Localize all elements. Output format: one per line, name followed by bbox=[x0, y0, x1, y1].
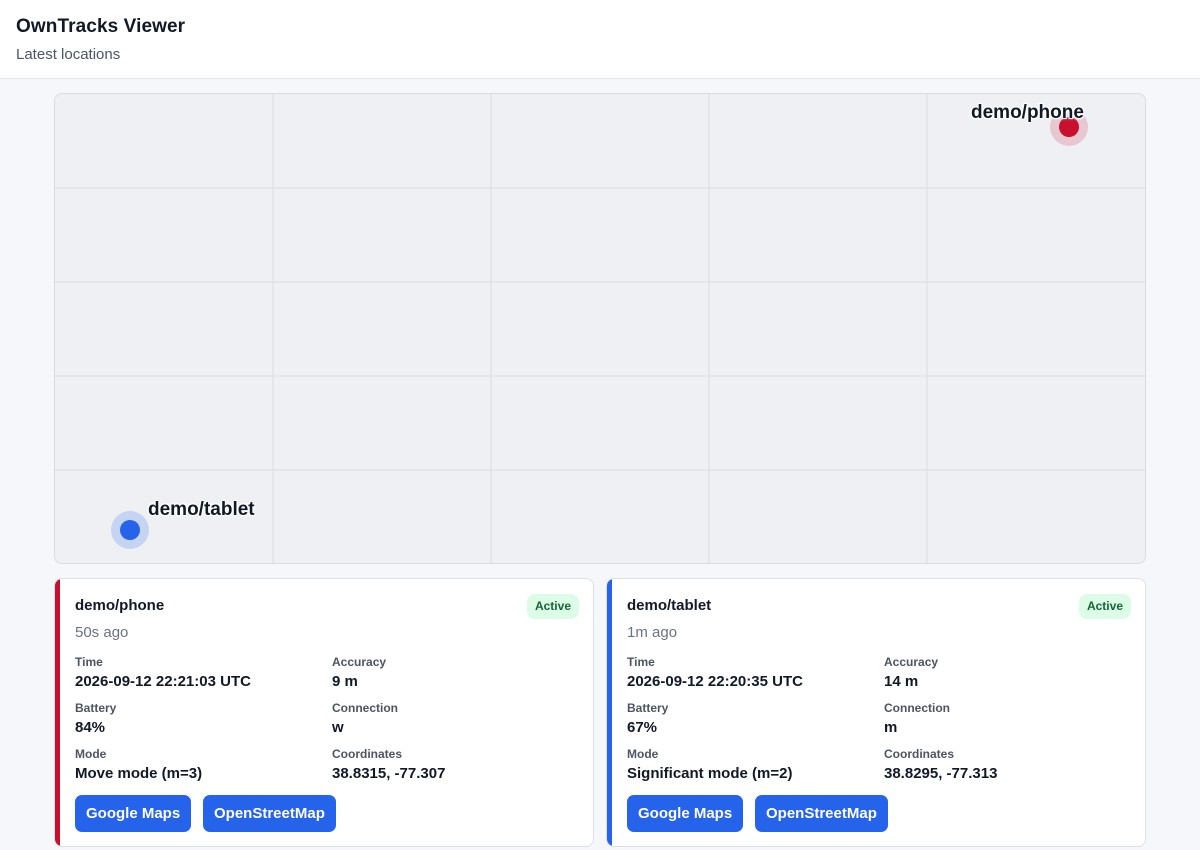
app-title: OwnTracks Viewer bbox=[16, 16, 186, 37]
map-grid bbox=[55, 94, 1145, 563]
device-card-tablet: demo/tablet 1m ago Active Time 2026-09-1… bbox=[606, 578, 1146, 847]
accuracy-label: Accuracy bbox=[332, 655, 387, 669]
connection-label: Connection bbox=[332, 701, 398, 715]
marker-tablet-label: demo/tablet bbox=[148, 499, 255, 520]
time-value: 2026-09-12 22:21:03 UTC bbox=[75, 673, 251, 690]
last-seen: 50s ago bbox=[75, 624, 129, 641]
status-badge: Active bbox=[526, 594, 579, 619]
app-header: OwnTracks Viewer Latest locations bbox=[0, 0, 1200, 79]
connection-value: w bbox=[332, 719, 344, 736]
accuracy-label: Accuracy bbox=[884, 655, 939, 669]
google-maps-button[interactable]: Google Maps bbox=[75, 795, 192, 832]
coordinates-label: Coordinates bbox=[884, 747, 955, 761]
location-map[interactable]: demo/phone demo/tablet bbox=[54, 93, 1146, 564]
accuracy-value: 14 m bbox=[884, 673, 919, 690]
mode-label: Mode bbox=[627, 747, 659, 761]
time-label: Time bbox=[627, 655, 655, 669]
battery-value: 84% bbox=[75, 719, 106, 736]
mode-value: Move mode (m=3) bbox=[75, 765, 203, 782]
app-subtitle: Latest locations bbox=[16, 46, 121, 63]
card-accent-bar bbox=[55, 579, 60, 846]
accuracy-value: 9 m bbox=[332, 673, 358, 690]
mode-label: Mode bbox=[75, 747, 107, 761]
marker-phone-label: demo/phone bbox=[971, 102, 1084, 123]
coordinates-value: 38.8315, -77.307 bbox=[332, 765, 446, 782]
time-label: Time bbox=[75, 655, 103, 669]
device-name: demo/phone bbox=[75, 597, 165, 614]
time-value: 2026-09-12 22:20:35 UTC bbox=[627, 673, 803, 690]
marker-tablet[interactable] bbox=[120, 520, 140, 540]
openstreetmap-button[interactable]: OpenStreetMap bbox=[755, 795, 888, 832]
device-name: demo/tablet bbox=[627, 597, 712, 614]
status-badge: Active bbox=[1078, 594, 1131, 619]
google-maps-button[interactable]: Google Maps bbox=[627, 795, 744, 832]
last-seen: 1m ago bbox=[627, 624, 678, 641]
connection-value: m bbox=[884, 719, 898, 736]
coordinates-label: Coordinates bbox=[332, 747, 403, 761]
connection-label: Connection bbox=[884, 701, 950, 715]
openstreetmap-button[interactable]: OpenStreetMap bbox=[203, 795, 336, 832]
card-accent-bar bbox=[607, 579, 612, 846]
coordinates-value: 38.8295, -77.313 bbox=[884, 765, 998, 782]
mode-value: Significant mode (m=2) bbox=[627, 765, 793, 782]
battery-label: Battery bbox=[627, 701, 669, 715]
device-card-phone: demo/phone 50s ago Active Time 2026-09-1… bbox=[54, 578, 594, 847]
battery-label: Battery bbox=[75, 701, 117, 715]
battery-value: 67% bbox=[627, 719, 658, 736]
